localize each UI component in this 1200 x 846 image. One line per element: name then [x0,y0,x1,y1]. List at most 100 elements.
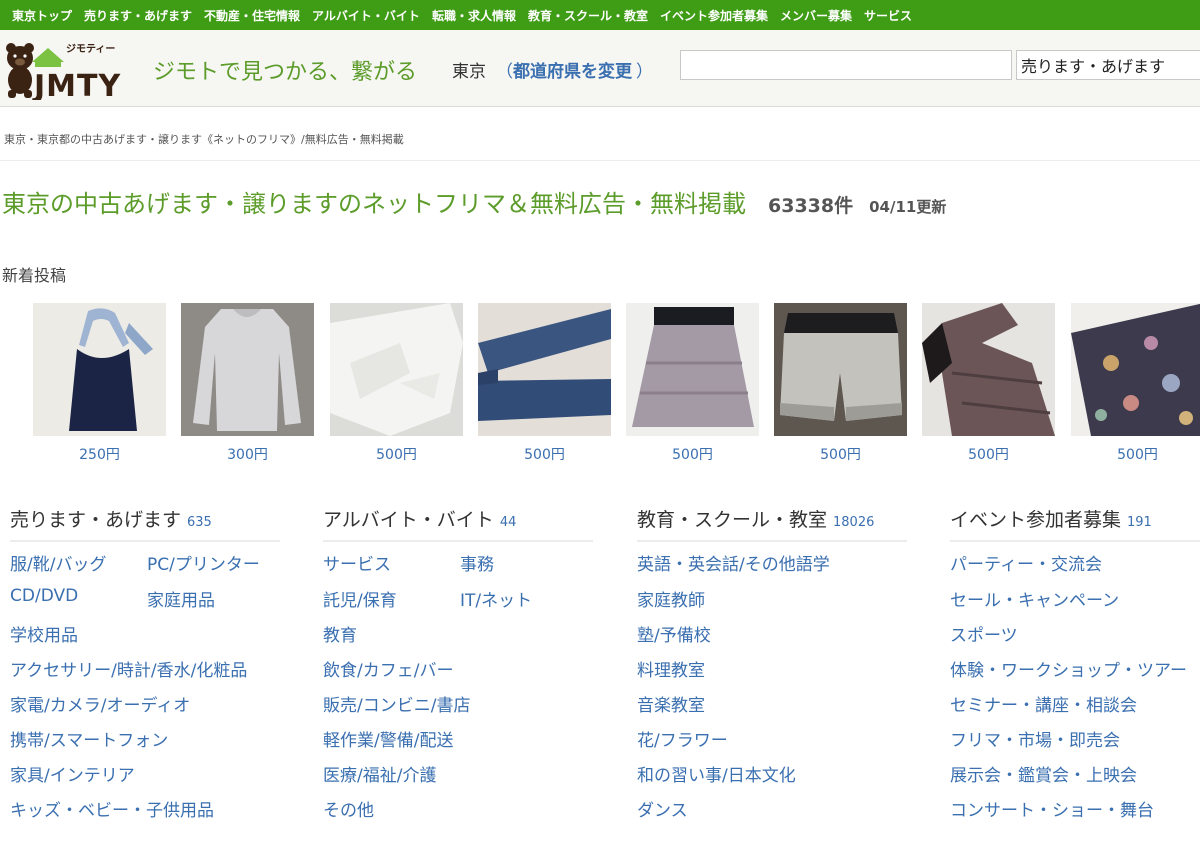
nav-link-for-sale[interactable]: 売ります・あげます [84,7,192,24]
thumbnail-item[interactable]: 500円 [1071,303,1200,463]
price-label[interactable]: 300円 [181,444,314,464]
category-column-for-sale: 売ります・あげます 635 服/靴/バッグ PC/プリンター CD/DVD 家庭用… [10,505,310,821]
price-label[interactable]: 500円 [922,444,1055,464]
thumbnail-item[interactable]: 300円 [181,303,314,463]
category-link[interactable]: 医療/福祉/介護 [323,761,436,786]
product-image-gray-long-sleeve-top[interactable] [181,303,314,436]
change-prefecture-link[interactable]: 都道府県を変更 [513,62,632,82]
breadcrumb[interactable]: 東京・東京都の中古あげます・譲ります《ネットのフリマ》/無料広告・無料掲載 [4,131,404,147]
product-image-patterned-dress[interactable] [922,303,1055,436]
price-label[interactable]: 500円 [1071,444,1200,464]
column-count: 18026 [833,515,875,530]
category-link[interactable]: PC/プリンター [147,550,260,575]
column-heading[interactable]: アルバイト・バイト 44 [323,505,593,542]
category-link[interactable]: 携帯/スマートフォン [10,726,168,751]
nav-link-education[interactable]: 教育・スクール・教室 [528,7,648,24]
category-link[interactable]: IT/ネット [460,586,532,611]
category-link[interactable]: 展示会・鑑賞会・上映会 [950,761,1137,786]
nav-link-part-time[interactable]: アルバイト・バイト [312,7,420,24]
thumbnail-item[interactable]: 500円 [478,303,611,463]
column-count: 44 [499,515,517,530]
product-image-denim-shorts[interactable] [774,303,907,436]
top-nav: 東京トップ 売ります・あげます 不動産・住宅情報 アルバイト・バイト 転職・求人… [0,0,1200,30]
divider [0,160,1200,161]
category-link[interactable]: 英語・英会話/その他語学 [637,550,830,575]
column-count: 191 [1127,515,1152,530]
column-count: 635 [187,515,212,530]
category-link[interactable]: 事務 [460,550,494,575]
category-link[interactable]: セール・キャンペーン [950,586,1119,611]
product-image-white-cardigan[interactable] [330,303,463,436]
thumbnail-item[interactable]: 250円 [33,303,166,463]
category-link[interactable]: 塾/予備校 [637,621,711,646]
column-heading[interactable]: 売ります・あげます 635 [10,505,280,542]
category-link[interactable]: ダンス [637,796,688,821]
thumbnail-item[interactable]: 500円 [626,303,759,463]
column-title[interactable]: イベント参加者募集 [950,509,1121,531]
category-link[interactable]: 飲食/カフェ/バー [323,656,453,681]
category-link[interactable]: 家庭教師 [637,586,705,611]
search-input[interactable] [680,50,1012,80]
price-label[interactable]: 500円 [626,444,759,464]
nav-link-members[interactable]: メンバー募集 [780,7,852,24]
column-title[interactable]: 教育・スクール・教室 [637,509,827,531]
paren-open: （ [496,62,513,82]
price-label[interactable]: 250円 [33,444,166,464]
column-heading[interactable]: イベント参加者募集 191 [950,505,1200,542]
category-link[interactable]: 軽作業/警備/配送 [323,726,453,751]
price-label[interactable]: 500円 [330,444,463,464]
thumbnail-item[interactable]: 500円 [922,303,1055,463]
site-tagline: ジモトで見つかる、繋がる [153,60,418,85]
category-link[interactable]: セミナー・講座・相談会 [950,691,1137,716]
category-link[interactable]: 花/フラワー [637,726,728,751]
category-column-education: 教育・スクール・教室 18026 英語・英会話/その他語学 家庭教師 塾/予備校 … [637,505,937,821]
category-link[interactable]: パーティー・交流会 [950,550,1102,575]
category-column-events: イベント参加者募集 191 パーティー・交流会 セール・キャンペーン スポーツ 体… [950,505,1200,821]
category-link[interactable]: サービス [323,550,391,575]
price-label[interactable]: 500円 [478,444,611,464]
category-link[interactable]: 家具/インテリア [10,761,135,786]
nav-link-services[interactable]: サービス [864,7,912,24]
category-link[interactable]: 体験・ワークショップ・ツアー [950,656,1187,681]
thumbnail-item[interactable]: 500円 [330,303,463,463]
category-link[interactable]: 教育 [323,621,357,646]
current-city: 東京 [452,62,486,82]
updated-date: 04/11更新 [869,198,947,216]
thumbnail-item[interactable]: 500円 [774,303,907,463]
prefecture-selector: 東京 （都道府県を変更） [452,57,653,82]
category-link[interactable]: 服/靴/バッグ [10,550,106,575]
page-title: 東京の中古あげます・譲りますのネットフリマ＆無料広告・無料掲載 [2,190,746,218]
column-heading[interactable]: 教育・スクール・教室 18026 [637,505,907,542]
svg-text:ジモティー: ジモティー [66,43,115,55]
column-title[interactable]: 売ります・あげます [10,509,181,531]
nav-link-jobs[interactable]: 転職・求人情報 [432,7,516,24]
category-link[interactable]: 料理教室 [637,656,705,681]
nav-link-tokyo-top[interactable]: 東京トップ [12,7,72,24]
category-select[interactable]: 売ります・あげます [1016,50,1200,80]
nav-link-events[interactable]: イベント参加者募集 [660,7,768,24]
category-link[interactable]: 学校用品 [10,621,78,646]
product-image-navy-halter-top[interactable] [33,303,166,436]
product-image-floral-mini-skirt[interactable] [626,303,759,436]
category-link[interactable]: キッズ・ベビー・子供用品 [10,796,214,821]
product-image-denim-jeans[interactable] [478,303,611,436]
nav-link-real-estate[interactable]: 不動産・住宅情報 [204,7,300,24]
category-link[interactable]: 託児/保育 [323,586,397,611]
category-link[interactable]: 和の習い事/日本文化 [637,761,796,786]
new-posts-strip: 250円 300円 500円 500円 500円 500円 500円 500円 [0,303,1200,468]
product-image-floral-fabric[interactable] [1071,303,1200,436]
category-link[interactable]: コンサート・ショー・舞台 [950,796,1154,821]
price-label[interactable]: 500円 [774,444,907,464]
category-link[interactable]: アクセサリー/時計/香水/化粧品 [10,656,247,681]
category-link[interactable]: その他 [323,796,374,821]
category-link[interactable]: 家電/カメラ/オーディオ [10,691,190,716]
category-link[interactable]: スポーツ [950,621,1018,646]
column-title[interactable]: アルバイト・バイト [323,509,494,531]
category-link[interactable]: フリマ・市場・即売会 [950,726,1120,751]
category-link[interactable]: 販売/コンビニ/書店 [323,691,470,716]
listing-count: 63338件 [768,195,854,217]
category-link[interactable]: 音楽教室 [637,691,705,716]
category-link[interactable]: CD/DVD [10,586,78,606]
jmty-logo[interactable]: ジモティー JMTY [2,34,142,100]
category-link[interactable]: 家庭用品 [147,586,215,611]
